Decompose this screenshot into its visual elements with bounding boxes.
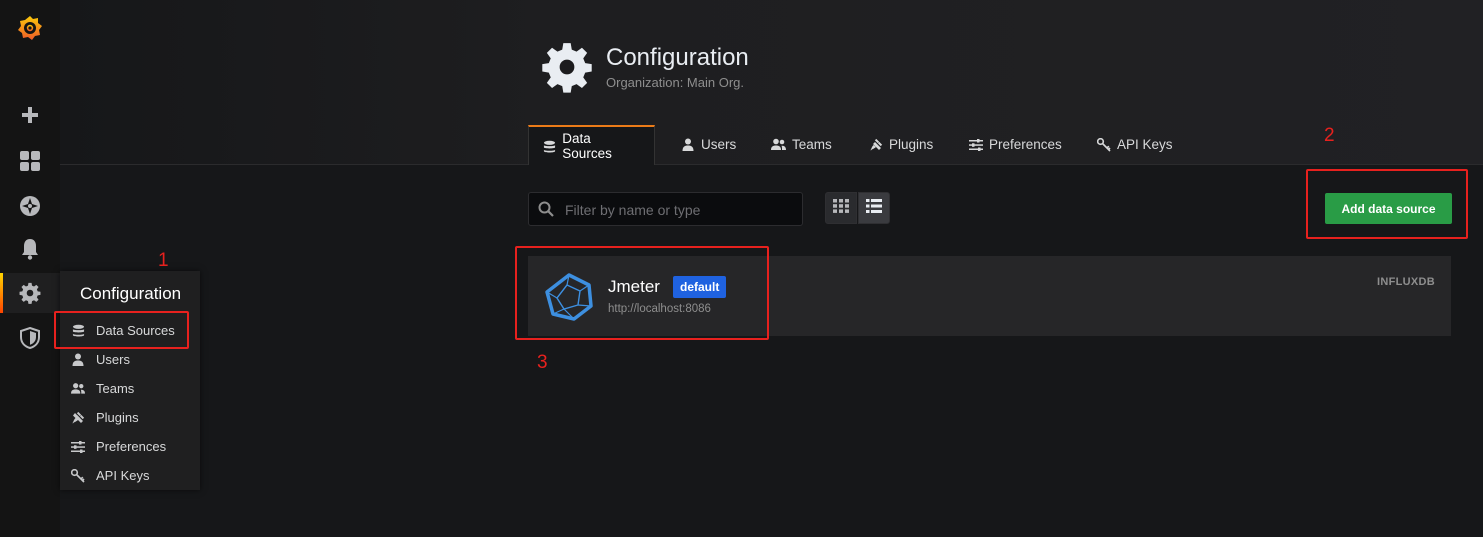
- compass-icon[interactable]: [0, 186, 60, 226]
- submenu-item-api-keys[interactable]: API Keys: [60, 461, 200, 490]
- users-icon: [71, 382, 85, 396]
- bell-icon[interactable]: [0, 229, 60, 269]
- page-title: Configuration: [606, 44, 749, 71]
- tab-data-sources[interactable]: Data Sources: [528, 125, 655, 165]
- page-subtitle: Organization: Main Org.: [606, 75, 745, 90]
- tab-teams[interactable]: Teams: [770, 125, 832, 164]
- tab-api-keys[interactable]: API Keys: [1097, 125, 1173, 164]
- grafana-logo-icon[interactable]: [0, 8, 60, 48]
- grid-view-button[interactable]: [825, 192, 857, 224]
- sliders-icon: [969, 138, 983, 152]
- tab-label: API Keys: [1117, 137, 1173, 152]
- annotation-number-3: 3: [537, 352, 548, 373]
- grid-icon: [833, 198, 849, 218]
- tab-users[interactable]: Users: [681, 125, 736, 164]
- submenu-item-preferences[interactable]: Preferences: [60, 432, 200, 461]
- filter-search-box: [528, 192, 803, 227]
- list-icon: [866, 198, 882, 218]
- list-view-button[interactable]: [858, 192, 890, 224]
- annotation-box-2: [1306, 169, 1468, 239]
- plug-icon: [71, 411, 85, 425]
- submenu-title: Configuration: [80, 284, 182, 303]
- sliders-icon: [71, 440, 85, 454]
- sidebar: [0, 0, 60, 537]
- annotation-number-1: 1: [158, 250, 169, 271]
- key-icon: [1097, 137, 1111, 152]
- submenu-item-label: Plugins: [96, 410, 139, 425]
- tab-label: Data Sources: [562, 131, 612, 161]
- user-icon: [681, 138, 695, 152]
- submenu-item-plugins[interactable]: Plugins: [60, 403, 200, 432]
- configuration-submenu: Configuration Data Sources Users Teams P…: [60, 271, 200, 490]
- plug-icon: [869, 138, 883, 152]
- user-icon: [71, 353, 85, 367]
- submenu-item-teams[interactable]: Teams: [60, 374, 200, 403]
- tab-label: Preferences: [989, 137, 1062, 152]
- plus-icon[interactable]: [0, 95, 60, 135]
- database-icon: [543, 139, 556, 153]
- submenu-item-label: API Keys: [96, 468, 150, 483]
- annotation-number-2: 2: [1324, 125, 1335, 146]
- submenu-item-label: Users: [96, 352, 130, 367]
- dashboards-icon[interactable]: [0, 141, 60, 181]
- annotation-box-1: [54, 311, 189, 349]
- configuration-header-cog-icon: [541, 41, 593, 98]
- search-icon: [538, 201, 554, 222]
- key-icon: [71, 468, 85, 483]
- users-icon: [770, 138, 786, 152]
- tab-plugins[interactable]: Plugins: [869, 125, 933, 164]
- annotation-box-3: [515, 246, 769, 340]
- configuration-cog-icon[interactable]: [0, 273, 60, 313]
- datasource-type: INFLUXDB: [1376, 276, 1435, 288]
- submenu-item-users[interactable]: Users: [60, 345, 200, 374]
- submenu-item-label: Preferences: [96, 439, 167, 454]
- tab-label: Users: [701, 137, 737, 152]
- shield-icon[interactable]: [0, 318, 60, 358]
- tab-label: Teams: [792, 137, 832, 152]
- tab-preferences[interactable]: Preferences: [969, 125, 1062, 164]
- tab-label: Plugins: [889, 137, 934, 152]
- filter-input[interactable]: [563, 193, 797, 227]
- submenu-item-label: Teams: [96, 381, 135, 396]
